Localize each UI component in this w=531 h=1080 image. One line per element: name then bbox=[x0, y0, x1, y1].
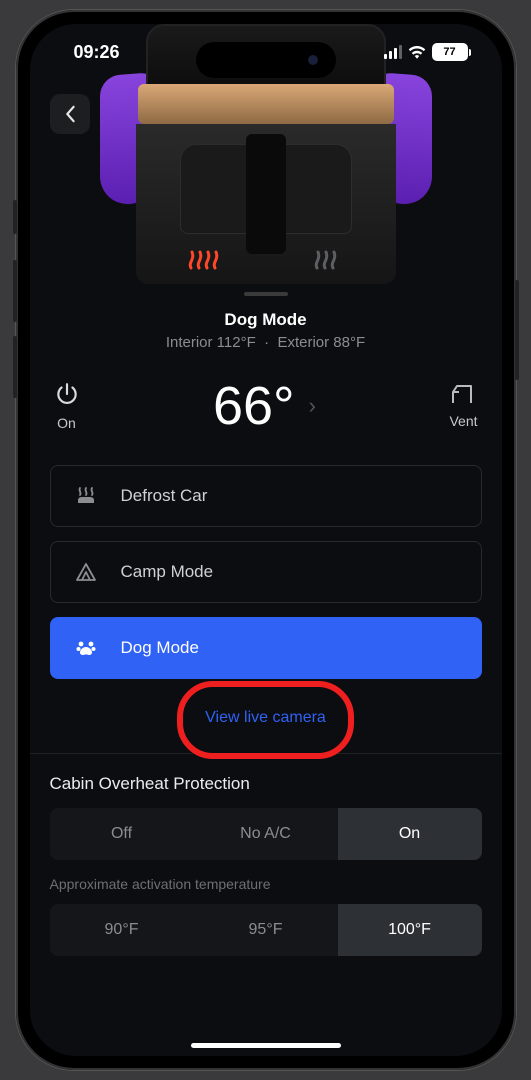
climate-power-toggle[interactable]: On bbox=[54, 381, 80, 431]
temperature-readout: Interior 112°F · Exterior 88°F bbox=[50, 334, 482, 351]
vent-icon bbox=[450, 383, 476, 405]
cop-temp-90[interactable]: 90°F bbox=[50, 904, 194, 956]
defrost-icon bbox=[73, 484, 99, 508]
camp-mode-row[interactable]: Camp Mode bbox=[50, 541, 482, 603]
cop-title: Cabin Overheat Protection bbox=[50, 774, 482, 794]
cop-option-noac[interactable]: No A/C bbox=[194, 808, 338, 860]
view-live-camera-link[interactable]: View live camera bbox=[205, 695, 326, 745]
cop-option-on[interactable]: On bbox=[338, 808, 482, 860]
battery-indicator: 77 bbox=[432, 43, 468, 61]
power-label: On bbox=[57, 415, 76, 431]
cop-temp-segmented: 90°F 95°F 100°F bbox=[50, 904, 482, 956]
cop-temp-100[interactable]: 100°F bbox=[338, 904, 482, 956]
vent-toggle[interactable]: Vent bbox=[449, 383, 477, 429]
dog-mode-row[interactable]: Dog Mode bbox=[50, 617, 482, 679]
climate-mode-title: Dog Mode bbox=[50, 310, 482, 330]
home-indicator[interactable] bbox=[191, 1043, 341, 1048]
item-label: Camp Mode bbox=[121, 562, 214, 582]
driver-seat-heater-icon bbox=[186, 242, 220, 270]
paw-icon bbox=[73, 636, 99, 660]
tent-icon bbox=[73, 560, 99, 584]
chevron-left-icon bbox=[63, 105, 77, 123]
cop-temp-95[interactable]: 95°F bbox=[194, 904, 338, 956]
back-button[interactable] bbox=[50, 94, 90, 134]
item-label: Dog Mode bbox=[121, 638, 199, 658]
cop-approx-label: Approximate activation temperature bbox=[50, 876, 482, 892]
item-label: Defrost Car bbox=[121, 486, 208, 506]
cop-option-off[interactable]: Off bbox=[50, 808, 194, 860]
cellular-icon bbox=[384, 45, 402, 59]
vent-label: Vent bbox=[449, 413, 477, 429]
chevron-right-icon: › bbox=[309, 393, 316, 419]
target-temperature[interactable]: 66° › bbox=[213, 375, 316, 437]
status-time: 09:26 bbox=[74, 42, 120, 63]
wifi-icon bbox=[408, 45, 426, 59]
passenger-seat-heater-icon bbox=[312, 242, 346, 270]
power-icon bbox=[54, 381, 80, 407]
climate-mode-list: Defrost Car Camp Mode Dog Mode bbox=[50, 465, 482, 679]
defrost-car-row[interactable]: Defrost Car bbox=[50, 465, 482, 527]
target-temp-value: 66° bbox=[213, 375, 295, 437]
drag-handle[interactable] bbox=[244, 292, 288, 296]
dynamic-island bbox=[196, 42, 336, 78]
cop-mode-segmented: Off No A/C On bbox=[50, 808, 482, 860]
divider bbox=[30, 753, 502, 754]
